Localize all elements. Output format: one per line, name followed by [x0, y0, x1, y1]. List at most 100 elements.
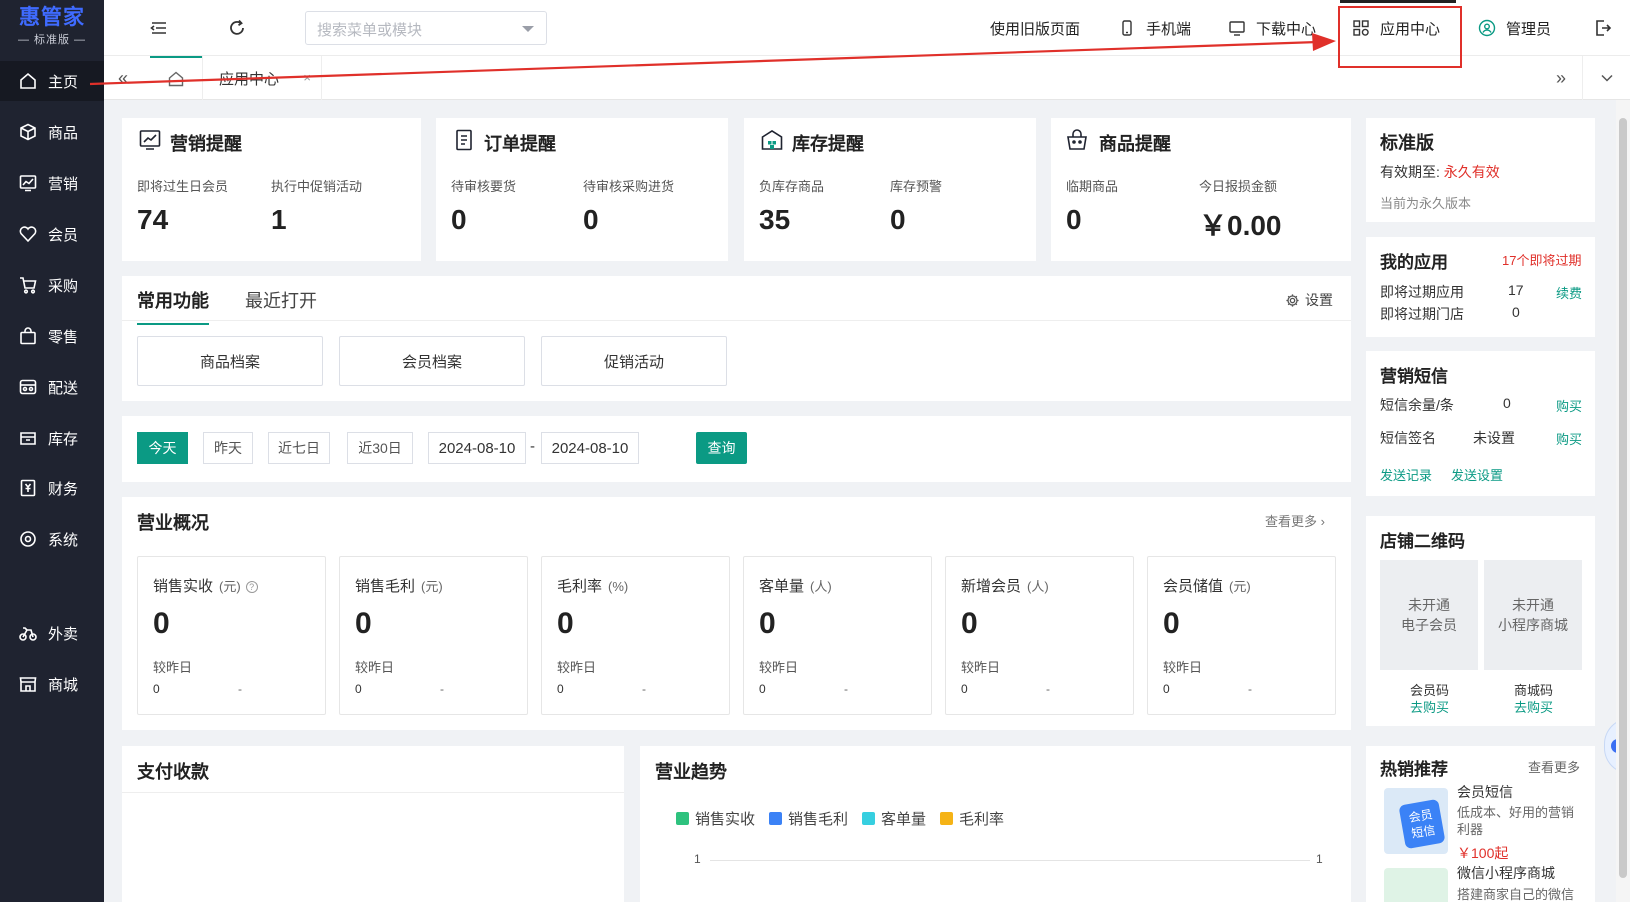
settings-button[interactable]: 设置 [1285, 290, 1333, 310]
stat-label: 库存预警 [890, 179, 943, 194]
sidebar-item-delivery[interactable]: 配送 [0, 367, 104, 407]
legend-item[interactable]: 销售毛利 [769, 808, 848, 829]
yesterday-button[interactable]: 昨天 [203, 432, 253, 464]
metric-card[interactable]: 客单量 (人) 0 较昨日 0 - [743, 556, 932, 715]
divider [122, 792, 624, 793]
mall-product-thumbnail[interactable] [1384, 868, 1448, 902]
stat-label: 待审核要货 [451, 179, 517, 194]
metric-card[interactable]: 会员储值 (元) 0 较昨日 0 - [1147, 556, 1336, 715]
user-menu[interactable]: 管理员 [1478, 0, 1551, 56]
mall-qrcode-placeholder: 未开通 小程序商城 [1484, 560, 1582, 670]
menu-fold-icon[interactable] [148, 17, 170, 39]
sidebar-item-inventory[interactable]: 库存 [0, 418, 104, 458]
stat-value[interactable]: ￥0.00 [1199, 204, 1282, 244]
view-more-link[interactable]: 查看更多 › [1265, 511, 1325, 530]
sidebar-item-mall[interactable]: 商城 [0, 664, 104, 704]
card-title: 热销推荐 [1380, 760, 1448, 779]
sidebar-item-label: 会员 [48, 226, 79, 244]
sidebar-item-label: 系统 [48, 531, 79, 549]
member-archive-button[interactable]: 会员档案 [339, 336, 525, 386]
today-button[interactable]: 今天 [137, 432, 188, 464]
tab-home[interactable] [150, 56, 202, 100]
legend-item[interactable]: 客单量 [862, 808, 926, 829]
download-center-label: 下载中心 [1256, 20, 1317, 38]
help-icon[interactable]: ? [245, 581, 258, 594]
compare-label: 较昨日 [557, 660, 597, 675]
sidebar-item-member[interactable]: 会员 [0, 214, 104, 254]
legend-label: 毛利率 [959, 811, 1005, 828]
expiring-stores-value: 0 [1512, 304, 1520, 320]
tab-app-center[interactable]: 应用中心 × [202, 56, 322, 100]
stat-value[interactable]: 35 [759, 204, 790, 236]
legend-item[interactable]: 毛利率 [940, 808, 1004, 829]
sidebar-item-label: 财务 [48, 480, 79, 498]
sidebar-item-retail[interactable]: 零售 [0, 316, 104, 356]
mobile-link[interactable]: 手机端 [1118, 0, 1191, 56]
stat-value[interactable]: 0 [1066, 204, 1082, 236]
metric-card[interactable]: 销售实收 (元)? 0 较昨日 0 - [137, 556, 326, 715]
compare-label: 较昨日 [1163, 660, 1203, 675]
refresh-icon[interactable] [226, 17, 248, 39]
start-date-input[interactable]: 2024-08-10 [428, 432, 526, 464]
stat-value[interactable]: 74 [137, 204, 168, 236]
sms-product-thumbnail[interactable]: 会员 短信 [1384, 788, 1448, 854]
sidebar-item-home[interactable]: 主页 [0, 61, 104, 101]
scrollbar-thumb[interactable] [1619, 118, 1627, 878]
tab-label: 应用中心 [219, 70, 280, 88]
send-settings-link[interactable]: 发送设置 [1451, 465, 1503, 484]
tab-recently-opened[interactable]: 最近打开 [245, 287, 317, 313]
valid-label: 有效期至: [1380, 164, 1440, 180]
menu-search-select[interactable]: 搜索菜单或模块 [305, 11, 547, 45]
tabs-scroll-left-icon[interactable]: « [118, 68, 128, 89]
sidebar-item-goods[interactable]: 商品 [0, 112, 104, 152]
logo[interactable]: 惠管家 — 标准版 — [0, 0, 104, 54]
product-name[interactable]: 会员短信 [1457, 782, 1513, 802]
stat-value[interactable]: 0 [890, 204, 906, 236]
mall-code-buy-link[interactable]: 去购买 [1514, 697, 1553, 716]
stat-value[interactable]: 0 [583, 204, 599, 236]
last-30-days-button[interactable]: 近30日 [347, 432, 413, 464]
page-scrollbar[interactable] [1616, 100, 1630, 902]
last-7-days-button[interactable]: 近七日 [268, 432, 330, 464]
send-records-link[interactable]: 发送记录 [1380, 465, 1432, 484]
expiry-alert[interactable]: 17个即将过期 [1502, 250, 1581, 269]
buy-sms-link[interactable]: 购买 [1556, 396, 1582, 415]
truck-icon [19, 379, 37, 395]
metric-unit: (元) [1229, 579, 1251, 594]
metric-card[interactable]: 销售毛利 (元) 0 较昨日 0 - [339, 556, 528, 715]
member-code-buy-link[interactable]: 去购买 [1410, 697, 1449, 716]
legend-item[interactable]: 销售实收 [676, 808, 755, 829]
renew-link[interactable]: 续费 [1556, 283, 1582, 302]
product-name[interactable]: 微信小程序商城 [1457, 863, 1555, 883]
sidebar-item-takeout[interactable]: 外卖 [0, 613, 104, 653]
end-date-input[interactable]: 2024-08-10 [541, 432, 639, 464]
tabs-dropdown[interactable] [1582, 56, 1630, 100]
stat-value[interactable]: 0 [451, 204, 467, 236]
stat-value[interactable]: 1 [271, 204, 287, 236]
sidebar-item-system[interactable]: 系统 [0, 519, 104, 559]
download-center-link[interactable]: 下载中心 [1228, 0, 1316, 56]
buy-signature-link[interactable]: 购买 [1556, 429, 1582, 448]
metric-title: 客单量 [759, 578, 805, 595]
promotion-button[interactable]: 促销活动 [541, 336, 727, 386]
sidebar-item-finance[interactable]: 财务 [0, 468, 104, 508]
sidebar: 惠管家 — 标准版 — 主页 商品 营销 会员 采购 零售 配送 库存 财务 系… [0, 0, 104, 902]
download-icon [1229, 21, 1245, 36]
goods-archive-button[interactable]: 商品档案 [137, 336, 323, 386]
divider [122, 320, 1351, 321]
sidebar-item-purchase[interactable]: 采购 [0, 265, 104, 305]
view-more-label: 查看更多 [1265, 514, 1318, 529]
tabs-scroll-right-icon[interactable]: » [1556, 68, 1566, 89]
old-version-link[interactable]: 使用旧版页面 [990, 0, 1080, 56]
expiring-stores-label: 即将过期门店 [1380, 306, 1464, 322]
query-button[interactable]: 查询 [696, 432, 747, 464]
metric-card[interactable]: 新增会员 (人) 0 较昨日 0 - [945, 556, 1134, 715]
sidebar-item-label: 零售 [48, 328, 79, 346]
close-icon[interactable]: × [303, 70, 311, 85]
sidebar-item-marketing[interactable]: 营销 [0, 163, 104, 203]
metric-card[interactable]: 毛利率 (%) 0 较昨日 0 - [541, 556, 730, 715]
view-more-link[interactable]: 查看更多 [1528, 757, 1580, 776]
logout-icon[interactable] [1592, 17, 1614, 39]
qrcode-product: 电子会员 [1401, 617, 1457, 633]
order-reminder-card: 订单提醒 待审核要货 0 待审核采购进货 0 [436, 118, 728, 261]
